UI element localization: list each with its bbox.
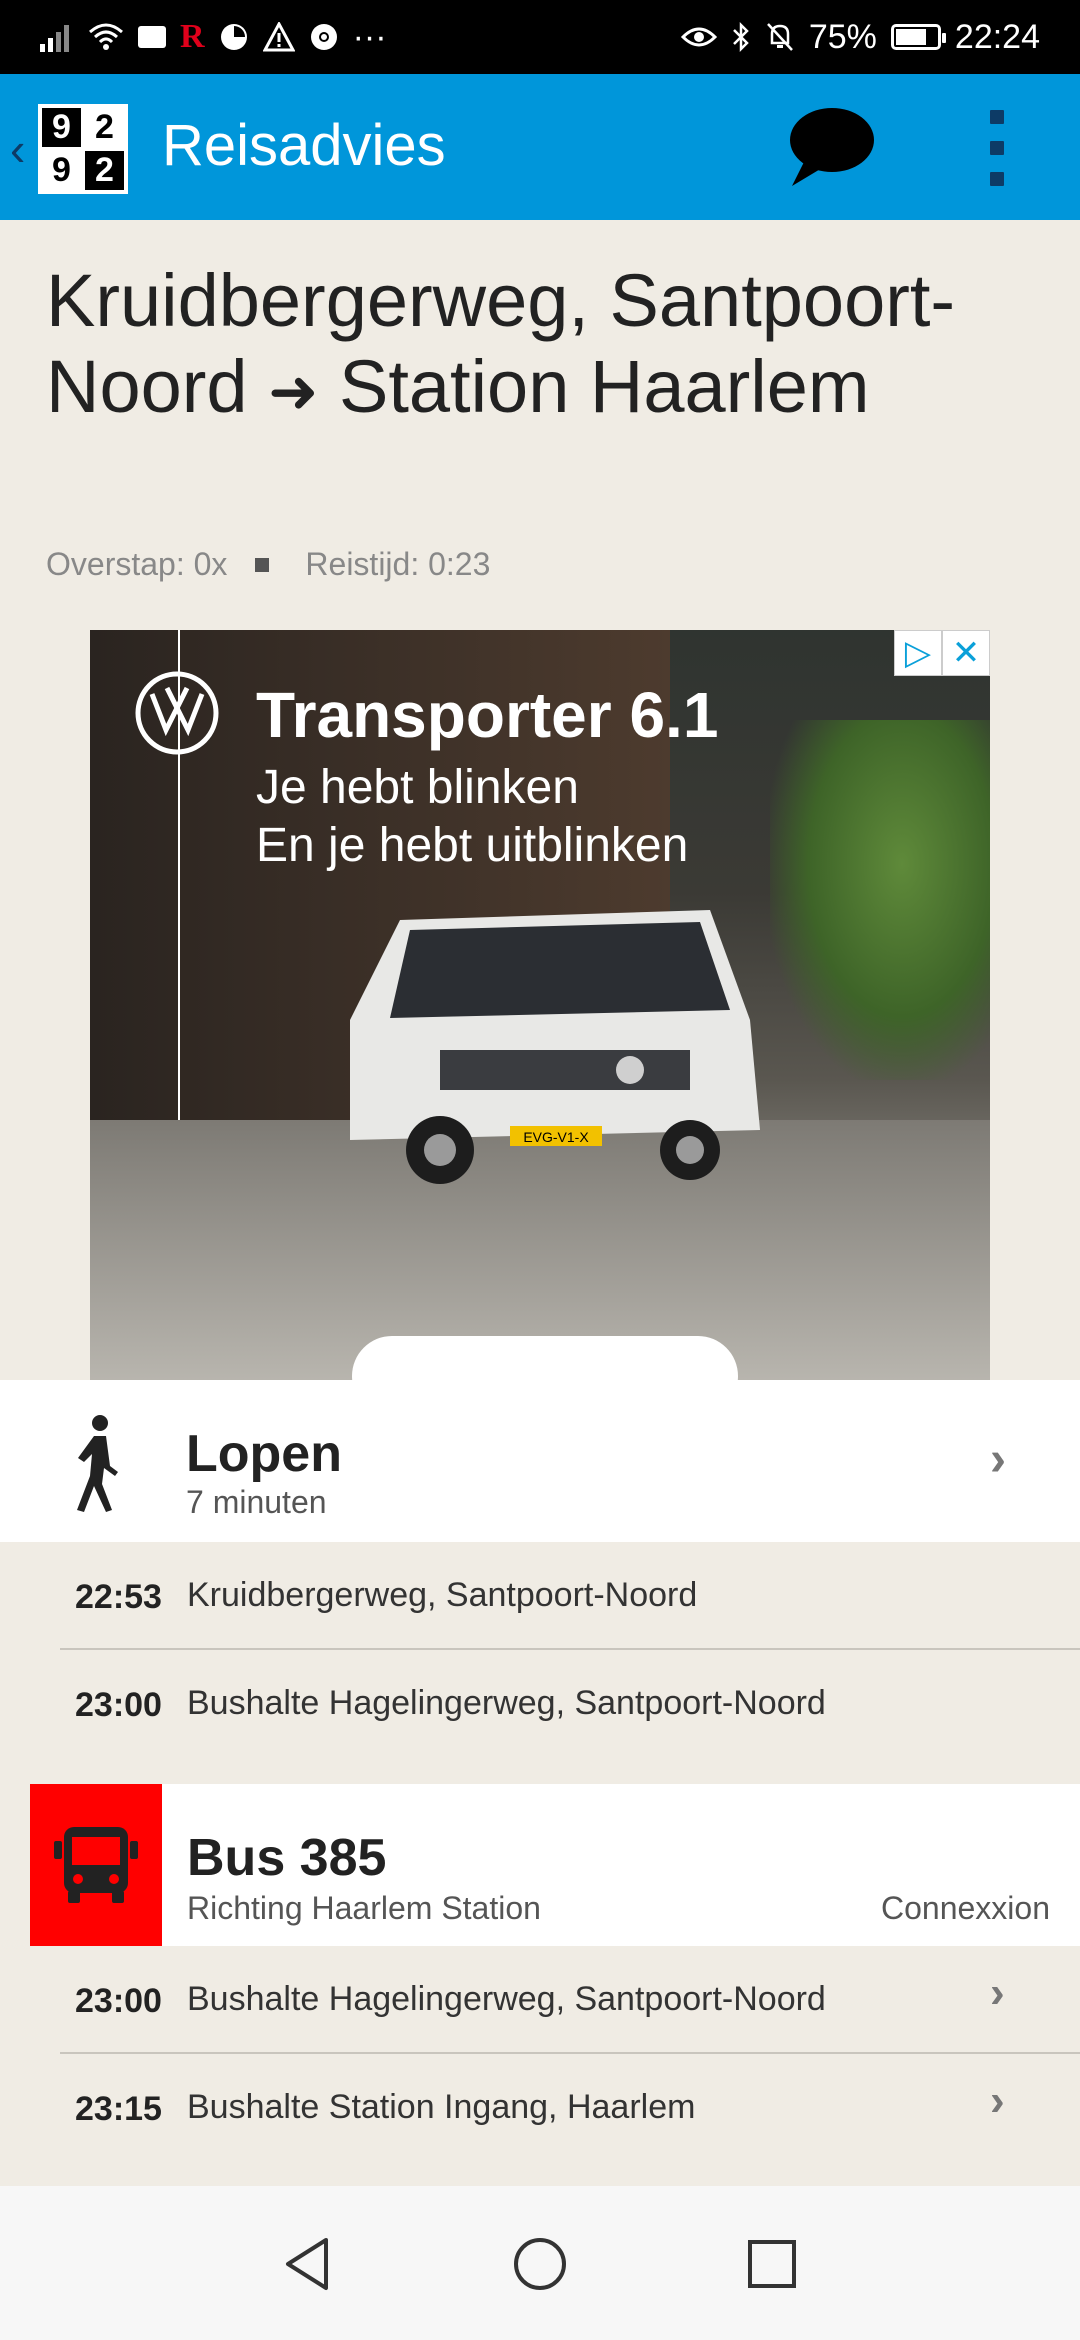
logo-digit: 2 xyxy=(85,151,124,190)
arrow-right-icon: ➜ xyxy=(268,358,319,425)
stop-time: 23:00 xyxy=(75,1686,162,1724)
status-time: 22:24 xyxy=(954,17,1040,56)
separator-square xyxy=(255,557,270,572)
transfer-count: Overstap: 0x xyxy=(46,546,228,582)
battery-icon xyxy=(890,24,946,50)
logo-digit: 2 xyxy=(85,108,124,147)
recents-icon[interactable] xyxy=(742,2234,802,2294)
clock-app-icon xyxy=(219,22,249,52)
stop-row: 22:53 Kruidbergerweg, Santpoort-Noord xyxy=(30,1542,1080,1650)
chevron-right-icon[interactable]: › xyxy=(990,1432,1006,1487)
home-icon[interactable] xyxy=(510,2234,570,2294)
walk-leg[interactable]: Lopen 7 minuten › xyxy=(0,1380,1080,1542)
menu-dot xyxy=(990,172,1004,186)
stop-time: 23:00 xyxy=(75,1982,162,2020)
bus-badge xyxy=(30,1784,162,1946)
system-nav-bar xyxy=(0,2186,1080,2340)
travel-time: Reistijd: 0:23 xyxy=(305,546,491,582)
chevron-right-icon[interactable]: › xyxy=(990,1968,1005,2018)
ad-cta-button[interactable] xyxy=(352,1336,738,1380)
ad-choices[interactable]: ▷ ✕ xyxy=(894,630,990,676)
battery-percent: 75% xyxy=(808,17,877,56)
mute-bell-icon xyxy=(765,21,795,53)
wifi-icon xyxy=(88,22,124,52)
page-title: Reisadvies xyxy=(162,113,446,178)
stop-time: 23:15 xyxy=(75,2090,162,2128)
more-notifications-icon: ··· xyxy=(352,17,387,56)
app-logo[interactable]: 9 2 9 2 xyxy=(38,104,128,194)
signal-icon xyxy=(40,22,74,52)
license-plate: EVG-V1-X xyxy=(523,1129,589,1145)
back-chevron-icon[interactable]: ‹ xyxy=(10,122,25,176)
logo-digit: 9 xyxy=(42,151,81,190)
ad-tagline-2: En je hebt uitblinken xyxy=(256,819,689,872)
walking-person-icon xyxy=(77,1415,118,1512)
ad-headline: Transporter 6.1 xyxy=(256,679,719,751)
journey-meta: Overstap: 0x Reistijd: 0:23 xyxy=(46,546,490,583)
bus-operator: Connexxion xyxy=(881,1890,1050,1926)
vw-logo-icon xyxy=(135,671,219,755)
menu-dot xyxy=(990,110,1004,124)
stop-time: 22:53 xyxy=(75,1578,162,1616)
ad-tagline-1: Je hebt blinken xyxy=(256,761,579,814)
chat-button[interactable] xyxy=(782,104,876,190)
close-ad-icon[interactable]: ✕ xyxy=(942,630,990,676)
walk-leg-duration: 7 minuten xyxy=(186,1484,327,1520)
stop-row[interactable]: 23:00 Bushalte Hagelingerweg, Santpoort-… xyxy=(30,1946,1080,2054)
journey-title: Kruidbergerweg, Santpoort-Noord ➜ Statio… xyxy=(46,258,1036,435)
overflow-menu-button[interactable] xyxy=(980,110,1014,186)
stop-row[interactable]: 23:15 Bushalte Station Ingang, Haarlem › xyxy=(30,2054,1080,2186)
stop-row: 23:00 Bushalte Hagelingerweg, Santpoort-… xyxy=(30,1650,1080,1784)
bus-leg-title: Bus 385 xyxy=(187,1829,387,1887)
stop-name: Bushalte Station Ingang, Haarlem xyxy=(187,2088,696,2126)
bus-leg[interactable]: Bus 385 Richting Haarlem Station Connexx… xyxy=(30,1784,1080,1946)
battery-fill xyxy=(895,29,926,45)
adchoices-icon[interactable]: ▷ xyxy=(894,630,942,676)
menu-dot xyxy=(990,141,1004,155)
chevron-right-icon[interactable]: › xyxy=(990,2076,1005,2126)
eye-icon xyxy=(680,24,717,50)
app-bar: ‹ 9 2 9 2 Reisadvies xyxy=(0,74,1080,220)
stop-name: Kruidbergerweg, Santpoort-Noord xyxy=(187,1576,698,1614)
journey-destination: Station Haarlem xyxy=(338,345,870,428)
status-bar: R ··· 75% 22:24 xyxy=(0,0,1080,74)
advertisement-banner[interactable]: Transporter 6.1 Je hebt blinken En je he… xyxy=(90,630,990,1380)
warning-icon xyxy=(262,22,295,52)
stop-name: Bushalte Hagelingerweg, Santpoort-Noord xyxy=(187,1684,826,1722)
walk-leg-title: Lopen xyxy=(186,1425,342,1483)
ad-background-trees xyxy=(770,720,990,1080)
status-bar-left: R ··· xyxy=(40,18,387,57)
stop-name: Bushalte Hagelingerweg, Santpoort-Noord xyxy=(187,1980,826,2018)
chrome-icon xyxy=(309,22,339,52)
bus-icon xyxy=(54,1827,138,1903)
sonos-icon xyxy=(138,26,166,48)
bluetooth-icon xyxy=(731,21,751,53)
van-image: EVG-V1-X xyxy=(350,910,760,1184)
bus-direction: Richting Haarlem Station xyxy=(187,1890,541,1926)
chat-bubble-icon xyxy=(790,108,874,186)
r-app-icon: R xyxy=(180,18,205,55)
logo-digit: 9 xyxy=(42,108,81,147)
back-icon[interactable] xyxy=(278,2234,338,2294)
status-bar-right: 75% 22:24 xyxy=(680,17,1040,57)
